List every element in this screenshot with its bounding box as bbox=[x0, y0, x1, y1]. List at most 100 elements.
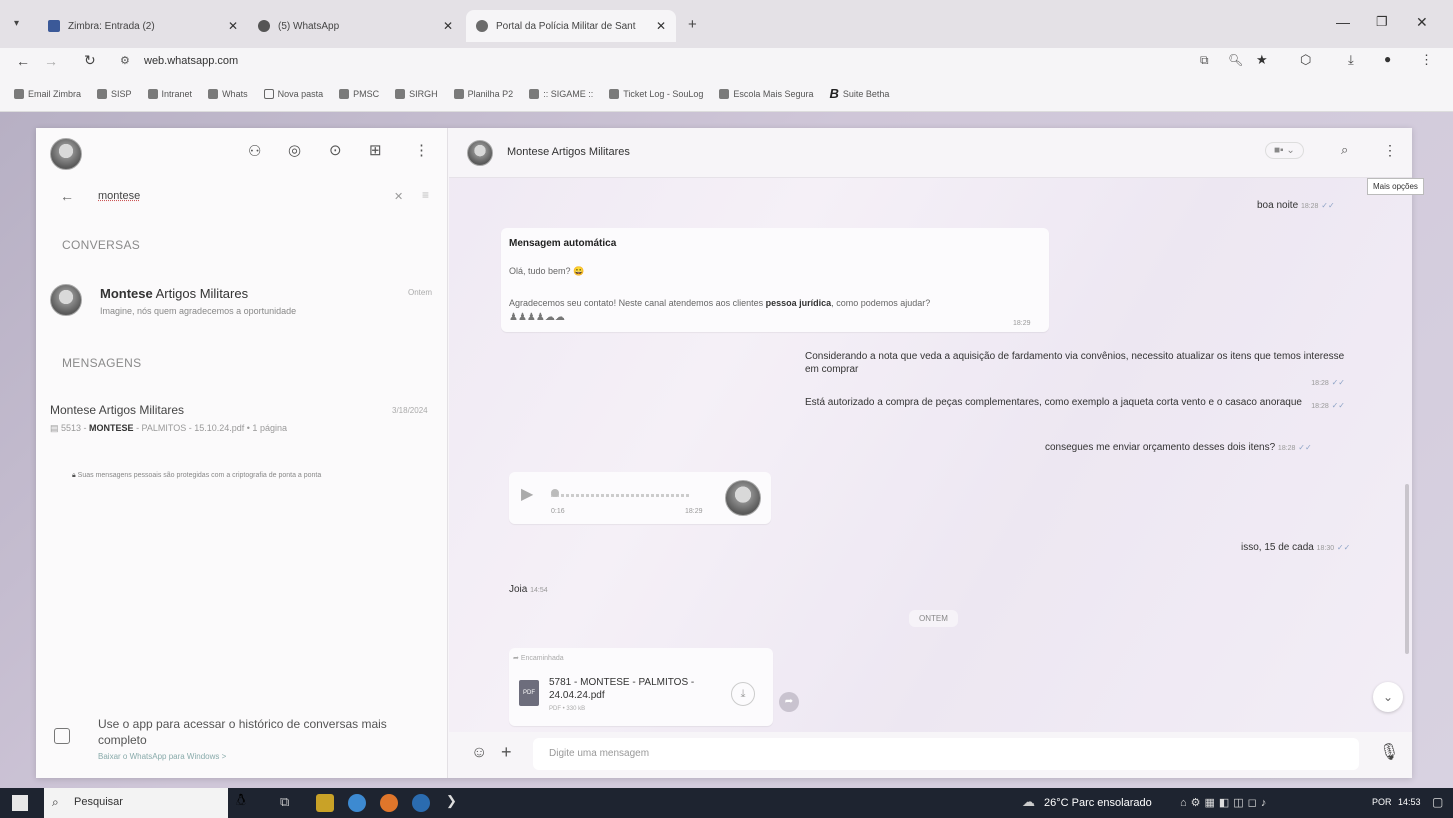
new-tab-icon[interactable]: + bbox=[688, 16, 697, 33]
bookmark-folder[interactable]: Nova pasta bbox=[263, 88, 323, 99]
close-tab-icon[interactable]: ✕ bbox=[656, 19, 666, 33]
zoom-icon[interactable]: 🔍︎ bbox=[1228, 53, 1243, 67]
taskbar-search[interactable]: ⌕ Pesquisar bbox=[44, 788, 228, 818]
incoming-voice-message[interactable]: ▶ 0:16 18:29 bbox=[509, 472, 771, 524]
bookmark-item[interactable]: B Suite Betha bbox=[829, 86, 889, 101]
restore-icon[interactable]: ❐ bbox=[1376, 14, 1388, 30]
clock[interactable]: 14:53 bbox=[1398, 797, 1421, 807]
windows-start-icon[interactable] bbox=[12, 795, 28, 811]
profile-icon[interactable]: ● bbox=[1384, 52, 1391, 66]
channels-icon[interactable]: ⊙ bbox=[329, 141, 342, 159]
bookmark-item[interactable]: Escola Mais Segura bbox=[719, 88, 813, 99]
emoji-icon[interactable]: ☺ bbox=[471, 744, 487, 762]
tab-portal-pm[interactable]: Portal da Polícia Militar de Sant ✕ bbox=[466, 10, 676, 42]
weather-text[interactable]: 26°C Parc ensolarado bbox=[1044, 797, 1152, 809]
bookmarks-bar: Email Zimbra SISP Intranet Whats Nova pa… bbox=[0, 76, 1453, 112]
auto-message-greeting: Olá, tudo bem? 😀 bbox=[509, 266, 585, 276]
new-chat-icon[interactable]: ⊞ bbox=[369, 141, 382, 159]
clear-search-icon[interactable]: ✕ bbox=[394, 190, 403, 203]
communities-icon[interactable]: ⚇ bbox=[248, 142, 261, 160]
reload-icon[interactable]: ↻ bbox=[84, 52, 96, 69]
bookmark-item[interactable]: :: SIGAME :: bbox=[529, 88, 593, 99]
contact-avatar[interactable] bbox=[467, 140, 493, 166]
status-icon[interactable]: ◎ bbox=[288, 141, 301, 159]
outgoing-message[interactable]: boa noite 18:28 ✓✓ bbox=[1257, 200, 1335, 211]
incoming-message[interactable]: Joia 14:54 bbox=[509, 584, 548, 595]
conversation-result[interactable]: Montese Artigos Militares Ontem Imagine,… bbox=[36, 274, 448, 334]
message-time: 18:28 bbox=[1277, 445, 1296, 452]
play-icon[interactable]: ▶ bbox=[521, 484, 533, 504]
download-file-icon[interactable]: ⤓ bbox=[731, 682, 755, 706]
minimize-icon[interactable]: — bbox=[1336, 14, 1350, 30]
forward-share-icon[interactable]: ➦ bbox=[779, 692, 799, 712]
download-app-link[interactable]: Baixar o WhatsApp para Windows > bbox=[98, 752, 226, 761]
close-tab-icon[interactable]: ✕ bbox=[443, 19, 453, 33]
download-icon[interactable]: ⤓ bbox=[1348, 52, 1354, 68]
bookmark-item[interactable]: Planilha P2 bbox=[453, 88, 513, 99]
extensions-icon[interactable]: ⬡ bbox=[1300, 52, 1311, 68]
tab-search-icon[interactable]: ▾ bbox=[14, 18, 19, 29]
forward-arrow-icon[interactable]: → bbox=[44, 53, 58, 69]
close-window-icon[interactable]: ✕ bbox=[1416, 14, 1428, 31]
message-text: Considerando a nota que veda a aquisição… bbox=[805, 351, 1345, 375]
outgoing-message[interactable]: isso, 15 de cada 18:30 ✓✓ bbox=[1241, 542, 1350, 553]
voice-waveform[interactable] bbox=[551, 494, 691, 497]
bookmark-item[interactable]: Ticket Log - SouLog bbox=[609, 88, 703, 99]
bookmark-item[interactable]: Intranet bbox=[147, 88, 192, 99]
back-arrow-icon[interactable]: ← bbox=[16, 53, 30, 69]
language-indicator[interactable]: POR bbox=[1372, 797, 1392, 807]
system-tray-icons[interactable]: ⌂⚙▦◧◫◻♪ bbox=[1180, 796, 1270, 809]
message-input[interactable]: Digite uma mensagem bbox=[533, 738, 1359, 770]
folder-icon bbox=[263, 88, 274, 99]
scroll-down-icon[interactable]: ⌄ bbox=[1373, 682, 1403, 712]
bookmark-item[interactable]: SIRGH bbox=[395, 88, 438, 99]
chat-contact-name[interactable]: Montese Artigos Militares bbox=[507, 146, 630, 158]
powershell-icon[interactable]: ❯ bbox=[446, 793, 457, 809]
firefox-icon[interactable] bbox=[380, 794, 398, 812]
file-name[interactable]: 5781 - MONTESE - PALMITOS - 24.04.24.pdf bbox=[549, 676, 719, 702]
chat-search-icon[interactable]: ⌕ bbox=[1341, 142, 1348, 158]
browser-menu-icon[interactable]: ⋮ bbox=[1420, 52, 1433, 68]
read-check-icon: ✓✓ bbox=[1321, 201, 1335, 210]
close-tab-icon[interactable]: ✕ bbox=[228, 19, 238, 33]
outgoing-message[interactable]: Considerando a nota que veda a aquisição… bbox=[805, 350, 1345, 390]
outgoing-message[interactable]: Está autorizado a compra de peças comple… bbox=[805, 396, 1345, 413]
bookmark-item[interactable]: Whats bbox=[208, 88, 248, 99]
sender-avatar bbox=[725, 480, 761, 516]
install-app-icon[interactable]: ⧉ bbox=[1200, 53, 1209, 68]
message-text: isso, 15 de cada bbox=[1241, 542, 1314, 553]
filter-icon[interactable]: ≡ bbox=[422, 188, 429, 202]
bookmark-item[interactable]: Email Zimbra bbox=[14, 88, 81, 99]
browser-tab-strip: ▾ Zimbra: Entrada (2) ✕ (5) WhatsApp ✕ P… bbox=[0, 0, 1453, 48]
bookmark-favicon-icon bbox=[208, 88, 219, 99]
bookmark-item[interactable]: SISP bbox=[97, 88, 132, 99]
emoji-row-icon: ♟♟♟♟☁☁ bbox=[509, 312, 565, 323]
bookmark-star-icon[interactable]: ★ bbox=[1256, 52, 1268, 68]
my-profile-avatar[interactable] bbox=[50, 138, 82, 170]
tab-zimbra[interactable]: Zimbra: Entrada (2) ✕ bbox=[38, 10, 248, 42]
sidebar-menu-icon[interactable]: ⋮ bbox=[414, 141, 429, 159]
video-call-icon[interactable]: ■▪ ⌄ bbox=[1265, 142, 1304, 159]
forwarded-file-message[interactable]: ➦ Encaminhada PDF 5781 - MONTESE - PALMI… bbox=[509, 648, 773, 726]
incoming-auto-message[interactable]: Mensagem automática Olá, tudo bem? 😀 Agr… bbox=[501, 228, 1049, 332]
notifications-icon[interactable]: ▢ bbox=[1432, 795, 1443, 809]
message-time: 18:28 bbox=[1311, 403, 1329, 410]
file-explorer-icon[interactable] bbox=[316, 794, 334, 812]
chat-menu-icon[interactable]: ⋮ bbox=[1383, 142, 1397, 159]
task-view-icon[interactable]: ⧉ bbox=[280, 794, 289, 810]
message-result[interactable]: Montese Artigos Militares 3/18/2024 ▤ 55… bbox=[36, 394, 448, 444]
scrollbar[interactable] bbox=[1405, 484, 1409, 654]
tab-whatsapp[interactable]: (5) WhatsApp ✕ bbox=[248, 10, 463, 42]
chrome-icon[interactable] bbox=[348, 794, 366, 812]
edge-icon[interactable] bbox=[412, 794, 430, 812]
attach-plus-icon[interactable]: + bbox=[501, 742, 512, 763]
url-text[interactable]: web.whatsapp.com bbox=[144, 55, 238, 67]
search-input[interactable]: montese bbox=[98, 190, 140, 202]
bookmark-item[interactable]: PMSC bbox=[339, 88, 379, 99]
site-settings-icon[interactable]: ⚙ bbox=[120, 54, 130, 67]
search-back-arrow-icon[interactable]: ← bbox=[60, 188, 74, 204]
message-time: 18:29 bbox=[1013, 320, 1031, 327]
outgoing-message[interactable]: consegues me enviar orçamento desses doi… bbox=[1045, 442, 1312, 453]
microphone-icon[interactable]: 🎙︎ bbox=[1379, 742, 1399, 762]
search-icon: ⌕ bbox=[52, 795, 59, 809]
